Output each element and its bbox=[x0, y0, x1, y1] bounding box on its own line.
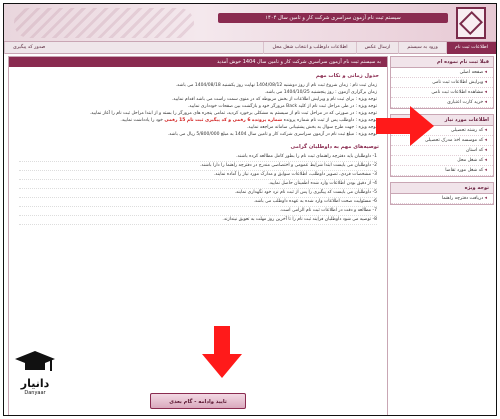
info-note-6: توجه ویژه : مبلغ ثبت نام در آزمون سراسری… bbox=[167, 132, 377, 137]
browser-frame: سیستم ثبت نام آزمون سراسری شرکت کار و تا… bbox=[3, 3, 497, 416]
list-item: 4- از دقیق بودن اطلاعات وارد شده اطمینان… bbox=[19, 180, 377, 189]
header-title: سیستم ثبت نام آزمون سراسری شرکت کار و تا… bbox=[218, 13, 448, 23]
info-note-4-highlight: شماره پرونده 6 رقمی و کد پیگیری ثبت نام … bbox=[164, 118, 283, 123]
sidebar-box-registered: قبلا ثبت نام نموده ام صفحه اصلی ویرایش ا… bbox=[390, 56, 494, 109]
info-note-2: توجه ویژه : در طی مراحل ثبت نام از کلید … bbox=[187, 104, 377, 109]
nav-item-registration-info[interactable]: اطلاعات ثبت نام bbox=[445, 42, 496, 54]
main-nav: اطلاعات ثبت نام ورود به سیستم ارسال عکس … bbox=[4, 42, 496, 54]
info-note-4-suffix: خود را یادداشت نمایید. bbox=[120, 118, 163, 123]
info-note-3: توجه ویژه : در صورتی که در مراحل ثبت نام… bbox=[89, 111, 377, 116]
list-item: 7- مطالعه و دقت در اطلاعات ثبت نام الزام… bbox=[19, 207, 377, 216]
sidebar-item-edit-info[interactable]: ویرایش اطلاعات ثبت نامی bbox=[391, 78, 493, 88]
logo-icon bbox=[458, 10, 484, 36]
nav-item-login[interactable]: ورود به سیستم bbox=[398, 42, 445, 54]
info-exam-time: زمان برگزاری آزمون : روز پنجشنبه 1404/10… bbox=[264, 90, 377, 95]
site-logo bbox=[456, 7, 486, 39]
graduation-cap-icon bbox=[15, 351, 55, 371]
sidebar-box-special: توجه ویژه دریافت دفترچه راهنما bbox=[390, 182, 494, 205]
list-item: 3- مشخصات فردی، تصویر داوطلب، اطلاعات سو… bbox=[19, 171, 377, 180]
nav-item-applicant-info[interactable]: اطلاعات داوطلب و انتخاب شغل محل bbox=[263, 42, 355, 54]
sidebar-item-home[interactable]: صفحه اصلی bbox=[391, 68, 493, 78]
welcome-bar: به سیستم ثبت نام آزمون سراسری شرکت کار و… bbox=[9, 57, 387, 67]
red-arrow-icon bbox=[376, 106, 434, 146]
list-item: 8- توصیه می شود داوطلبان فرایند ثبت نام … bbox=[19, 216, 377, 225]
info-registration-time: زمان ثبت نام : زمان شروع ثبت نام از روز … bbox=[175, 83, 377, 88]
sidebar-item-guide-download[interactable]: دریافت دفترچه راهنما bbox=[391, 194, 493, 204]
site-header: سیستم ثبت نام آزمون سراسری شرکت کار و تا… bbox=[4, 4, 496, 42]
watermark-brand: دانیار bbox=[20, 377, 50, 390]
sidebar-item-job-request-code[interactable]: کد شغل مورد تقاضا bbox=[391, 166, 493, 176]
list-item: 1- داوطلبان باید دفترچه راهنمای ثبت نام … bbox=[19, 153, 377, 162]
sidebar-box-title: توجه ویژه bbox=[391, 183, 493, 194]
info-note-5: توجه ویژه : جهت طرح سوال به بخش پشتیبانی… bbox=[246, 125, 377, 130]
schedule-title: حدول زمانی و نکات مهم bbox=[315, 73, 379, 79]
nav-left-group: صدور کد پیگیری bbox=[4, 42, 53, 54]
nav-right-group: اطلاعات ثبت نام ورود به سیستم ارسال عکس … bbox=[263, 42, 496, 54]
red-arrow-icon bbox=[202, 326, 242, 378]
recommendations-title: توصیه‌های مهم به داوطلبان گرامی bbox=[290, 144, 379, 150]
info-note-4-prefix: توجه ویژه : داوطلب پس از ثبت نام شماره پ… bbox=[283, 118, 377, 123]
sidebar-item-job-location-code[interactable]: کد شغل محل bbox=[391, 156, 493, 166]
list-item: 2- داوطلبان می بایست ابتدا شرایط عمومی و… bbox=[19, 162, 377, 171]
main-content: به سیستم ثبت نام آزمون سراسری شرکت کار و… bbox=[8, 56, 388, 415]
recommendations-list: 1- داوطلبان باید دفترچه راهنمای ثبت نام … bbox=[19, 153, 377, 225]
nav-item-send-photo[interactable]: ارسال عکس bbox=[355, 42, 399, 54]
confirm-next-step-button[interactable]: تایید وادامه - گام بعدی bbox=[150, 393, 246, 409]
info-note-1: توجه ویژه : برای ثبت نام و ویرایش اطلاعا… bbox=[171, 97, 377, 102]
sidebar-item-view-info[interactable]: مشاهده اطلاعات ثبت نامی bbox=[391, 88, 493, 98]
info-note-4: توجه ویژه : داوطلب پس از ثبت نام شماره پ… bbox=[19, 117, 377, 124]
watermark-logo: دانیار Danyaar bbox=[12, 349, 58, 409]
nav-item-tracking-code[interactable]: صدور کد پیگیری bbox=[4, 42, 53, 54]
list-item: 6- مسئولیت صحت اطلاعات وارد شده به عهده … bbox=[19, 198, 377, 207]
sidebar-box-title: قبلا ثبت نام نموده ام bbox=[391, 57, 493, 68]
watermark-sub: Danyaar bbox=[24, 390, 46, 396]
list-item: 5- داوطلبان می بایست کد پیگیری را پس از … bbox=[19, 189, 377, 198]
header-decoration bbox=[14, 8, 194, 38]
button-wrapper: تایید وادامه - گام بعدی bbox=[9, 393, 387, 409]
